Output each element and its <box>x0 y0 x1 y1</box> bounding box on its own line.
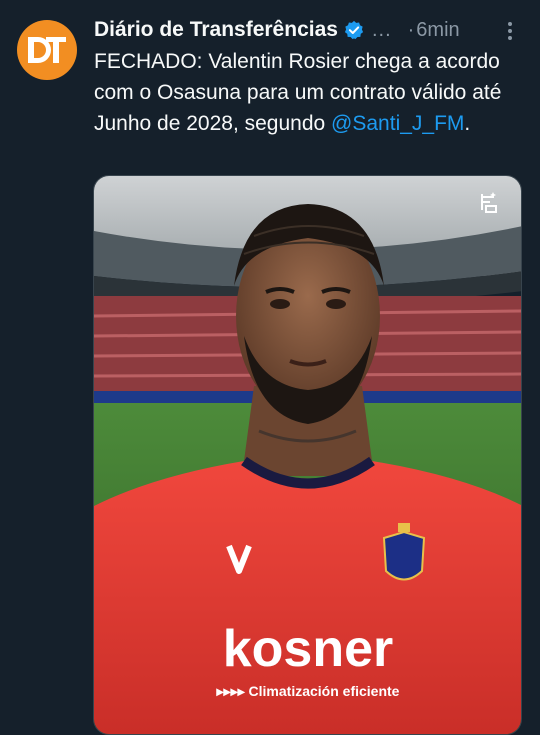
player-photo: kosner ▸▸▸▸ Climatización eficiente <box>94 176 521 734</box>
avatar[interactable] <box>17 20 77 80</box>
dt-logo-icon <box>28 37 66 63</box>
separator-dot: · <box>407 18 415 41</box>
sponsor-logo: kosner <box>223 620 394 678</box>
sponsor-tagline: ▸▸▸▸ Climatización eficiente <box>216 683 400 699</box>
mention-link[interactable]: @Santi_J_FM <box>331 112 464 135</box>
timestamp[interactable]: 6min <box>416 19 459 42</box>
name-truncation: ... <box>371 18 392 41</box>
tweet-card[interactable]: Diário de Transferências ... · 6min FECH… <box>0 0 540 735</box>
tweet-media-image[interactable]: kosner ▸▸▸▸ Climatización eficiente <box>93 175 522 735</box>
verified-badge-icon <box>344 20 364 40</box>
media-tag-icon[interactable] <box>477 190 501 214</box>
tweet-text: FECHADO: Valentin Rosier chega a acordo … <box>94 46 524 139</box>
tweet-text-end: . <box>464 112 471 135</box>
tweet-header: Diário de Transferências ... · 6min <box>94 14 524 46</box>
more-options-icon[interactable] <box>499 18 521 44</box>
display-name[interactable]: Diário de Transferências <box>94 18 338 42</box>
